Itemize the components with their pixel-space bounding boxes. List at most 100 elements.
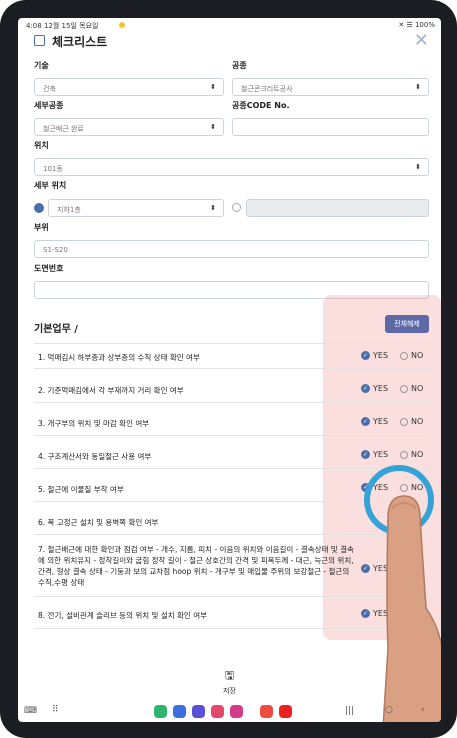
divider <box>34 596 429 597</box>
check-icon: ✓ <box>361 384 370 393</box>
app-icon[interactable] <box>192 705 205 718</box>
yes-label: YES <box>373 351 389 360</box>
notification-dot <box>119 22 125 28</box>
item-text: 3. 개구부의 위치 및 마감 확인 여부 <box>38 419 150 428</box>
home-icon[interactable]: ○ <box>385 705 393 715</box>
radio-unselected-icon[interactable] <box>232 203 241 212</box>
no-option[interactable]: NO <box>400 450 423 459</box>
drawing-label: 도면번호 <box>34 264 64 273</box>
divider <box>34 628 429 629</box>
screen: 4:08 12월 15일 목요일 ✕ ☰ 100% 체크리스트 ✕ 기술 공종 … <box>18 18 441 722</box>
detail-select[interactable]: 지하1층 ⬍ <box>48 199 224 217</box>
subtrade-value: 철근배근 완료 <box>43 125 84 133</box>
yes-option[interactable]: ✓ YES <box>361 417 388 426</box>
radio-empty-icon <box>400 417 408 426</box>
no-option[interactable]: NO <box>400 384 423 393</box>
toggle-all-button[interactable]: 전체해제 <box>385 315 429 333</box>
check-icon: ✓ <box>361 351 370 360</box>
no-option[interactable]: NO <box>400 417 423 426</box>
app-icon[interactable] <box>260 705 273 718</box>
check-icon: ✓ <box>361 450 370 459</box>
header: 체크리스트 ✕ <box>34 30 429 51</box>
check-icon: ✓ <box>361 564 370 573</box>
item-text: 7. 철근배근에 대한 확인과 점검 여부 - 개수, 지름, 피치 - 이음의… <box>38 545 354 587</box>
detail-other-input[interactable] <box>246 199 429 217</box>
app-icon[interactable] <box>211 705 224 718</box>
item-text: 5. 철근에 이물질 부착 여부 <box>38 485 124 494</box>
chevron-icon: ⬍ <box>210 123 216 131</box>
code-input[interactable] <box>232 118 429 136</box>
part-value: S1-S20 <box>43 246 68 254</box>
divider <box>34 534 429 535</box>
chevron-icon: ⬍ <box>415 163 421 171</box>
item-text: 8. 전기, 설비관계 슬리브 등의 위치 및 설치 확인 여부 <box>38 611 207 620</box>
item-text: 1. 먹매김시 하부층과 상부층의 수직 상태 확인 여부 <box>38 353 200 362</box>
yes-option[interactable]: ✓ YES <box>361 450 388 459</box>
save-button[interactable]: 🖫 저장 <box>18 667 441 696</box>
no-label: NO <box>411 351 424 360</box>
yes-label: YES <box>373 417 389 426</box>
divider <box>34 343 429 344</box>
item-text: 2. 기준먹매김에서 각 부재까지 거리 확인 여부 <box>38 386 184 395</box>
checklist-icon <box>34 35 45 46</box>
yes-label: YES <box>373 450 389 459</box>
item-text: 4. 구조계산서와 동일철근 사용 여부 <box>38 452 152 461</box>
app-icon[interactable] <box>230 705 243 718</box>
yes-option[interactable]: ✓ YES <box>361 384 388 393</box>
tech-value: 건축 <box>43 85 56 93</box>
system-nav-bar: ⌨ ⠿ ||| ○ ‹ <box>18 702 441 722</box>
apps-grid-icon[interactable]: ⠿ <box>52 705 59 715</box>
trade-label: 공종 <box>232 61 247 70</box>
status-icons: ✕ ☰ 100% <box>398 21 435 29</box>
code-label: 공종CODE No. <box>232 101 290 110</box>
tech-select[interactable]: 건축 ⬍ <box>34 78 224 96</box>
close-icon[interactable]: ✕ <box>414 30 429 51</box>
part-label: 부위 <box>34 223 49 232</box>
no-label: NO <box>411 450 424 459</box>
divider <box>34 468 429 469</box>
tech-label: 기술 <box>34 61 49 70</box>
divider <box>34 402 429 403</box>
status-time: 4:08 12월 15일 목요일 <box>26 22 99 30</box>
part-input[interactable]: S1-S20 <box>34 240 429 258</box>
location-select[interactable]: 101동 ⬍ <box>34 158 429 176</box>
recents-icon[interactable]: ||| <box>345 706 354 716</box>
app-icon[interactable] <box>279 705 292 718</box>
detail-value: 지하1층 <box>57 206 81 214</box>
detail-label: 세부 위치 <box>34 181 67 190</box>
no-option[interactable]: NO <box>400 351 423 360</box>
app-icon[interactable] <box>154 705 167 718</box>
check-icon: ✓ <box>361 609 370 618</box>
item-text: 6. 폭 고정근 설치 및 용벽쪽 확인 여부 <box>38 518 159 527</box>
section-title: 기본업무 / <box>34 324 78 335</box>
check-icon: ✓ <box>361 417 370 426</box>
save-icon: 🖫 <box>224 669 235 682</box>
subtrade-label: 세부공종 <box>34 101 64 110</box>
trade-select[interactable]: 철근콘크리트공사 ⬍ <box>232 78 429 96</box>
radio-empty-icon <box>400 384 408 393</box>
status-bar: 4:08 12월 15일 목요일 ✕ ☰ 100% <box>18 18 441 32</box>
back-icon[interactable]: ‹ <box>421 705 425 715</box>
chevron-icon: ⬍ <box>210 204 216 212</box>
save-label: 저장 <box>223 687 236 695</box>
subtrade-select[interactable]: 철근배근 완료 ⬍ <box>34 118 224 136</box>
section-header: 기본업무 / 전체해제 <box>34 313 429 343</box>
divider <box>34 368 429 369</box>
location-value: 101동 <box>43 165 63 173</box>
chevron-icon: ⬍ <box>210 83 216 91</box>
no-label: NO <box>411 417 424 426</box>
keyboard-icon[interactable]: ⌨ <box>24 706 37 716</box>
location-label: 위치 <box>34 141 49 150</box>
divider <box>34 435 429 436</box>
tablet-frame: 4:08 12월 15일 목요일 ✕ ☰ 100% 체크리스트 ✕ 기술 공종 … <box>0 0 457 738</box>
chevron-icon: ⬍ <box>415 83 421 91</box>
no-label: NO <box>411 384 424 393</box>
radio-empty-icon <box>400 351 408 360</box>
radio-selected-icon[interactable] <box>34 203 44 213</box>
yes-option[interactable]: ✓ YES <box>361 351 388 360</box>
page-title: 체크리스트 <box>52 35 108 49</box>
radio-empty-icon <box>400 450 408 459</box>
yes-label: YES <box>373 384 389 393</box>
app-icon[interactable] <box>173 705 186 718</box>
trade-value: 철근콘크리트공사 <box>241 85 293 93</box>
